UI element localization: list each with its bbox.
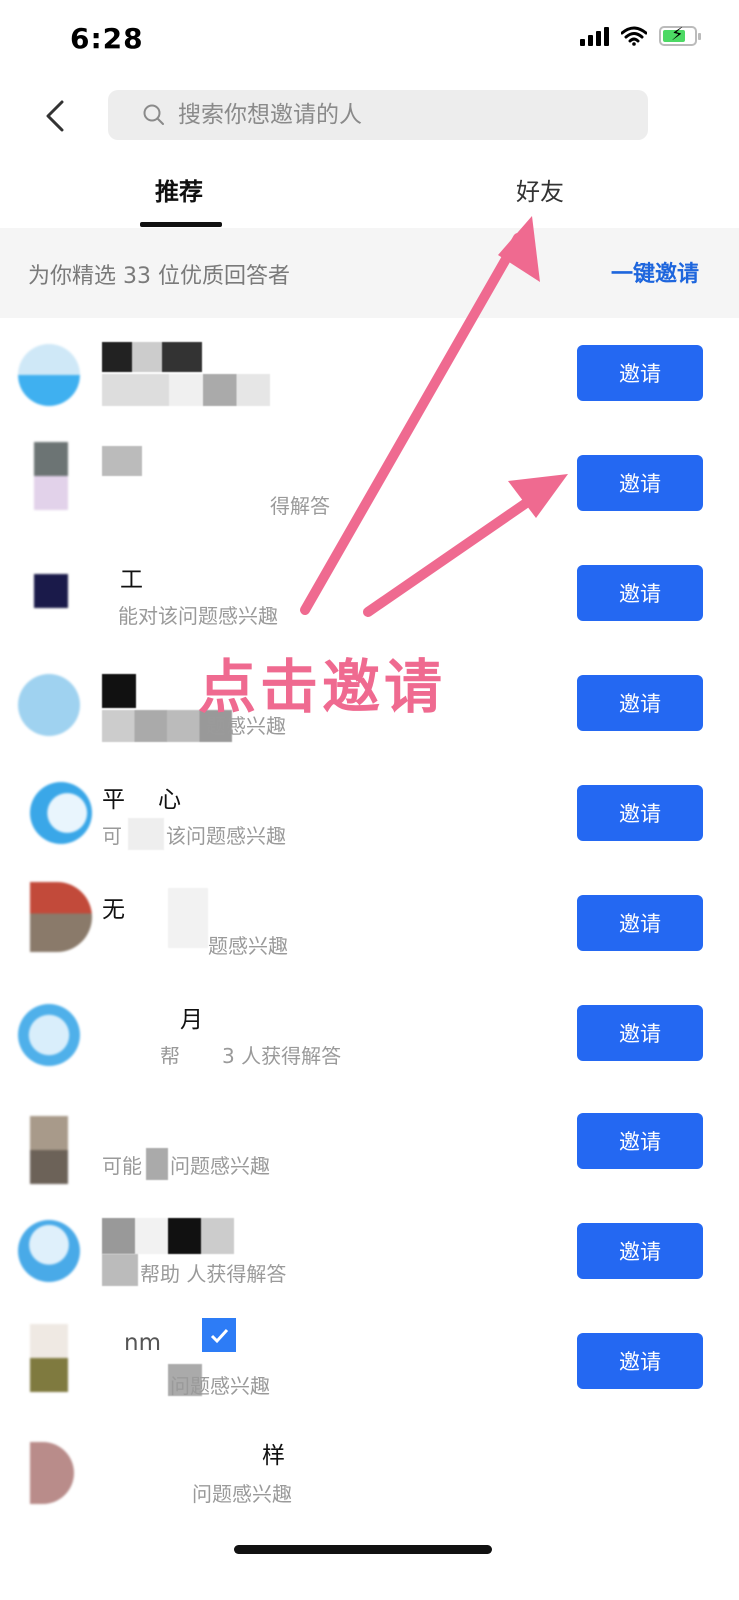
blurred-name [168, 888, 208, 948]
active-tab-indicator [140, 222, 222, 227]
avatar [18, 674, 80, 736]
user-name: 心 [158, 787, 181, 813]
user-desc: 帮 [160, 1044, 180, 1068]
user-desc: 3 人获得解答 [222, 1044, 342, 1068]
home-indicator [234, 1545, 492, 1554]
user-desc: 题感兴趣 [208, 934, 288, 958]
user-desc: 问题感兴趣 [192, 1482, 292, 1506]
invite-button[interactable]: 邀请 [577, 455, 703, 511]
search-icon [143, 104, 164, 125]
verified-badge-icon [202, 1318, 236, 1352]
list-item: 平 心 可 该问题感兴趣 邀请 [0, 758, 739, 868]
avatar [30, 882, 92, 952]
user-name: nm [124, 1330, 161, 1356]
list-item: 可能 问题感兴趣 邀请 [0, 1088, 739, 1198]
status-bar: 6:28 ⚡ [0, 0, 739, 80]
list-item: 无 题感兴趣 邀请 [0, 868, 739, 978]
avatar [18, 344, 80, 406]
user-desc: 可能 [102, 1154, 142, 1178]
banner-text: 为你精选 33 位优质回答者 [28, 264, 290, 289]
avatar [34, 442, 68, 510]
battery-charging-icon: ⚡ [659, 24, 701, 46]
avatar [30, 1116, 68, 1184]
invite-button[interactable]: 邀请 [577, 1333, 703, 1389]
list-item: 得解答 邀请 [0, 428, 739, 538]
user-desc: 得解答 [270, 494, 330, 518]
list-item: 月 帮 3 人获得解答 邀请 [0, 978, 739, 1088]
invite-button[interactable]: 邀请 [577, 565, 703, 621]
list-item: 工 能对该问题感兴趣 邀请 [0, 538, 739, 648]
user-name: 工 [120, 567, 143, 593]
user-desc: 能对该问题感兴趣 [118, 604, 278, 628]
invite-button[interactable]: 邀请 [577, 675, 703, 731]
invite-button[interactable]: 邀请 [577, 1005, 703, 1061]
invite-button[interactable]: 邀请 [577, 345, 703, 401]
user-name: 平 [102, 787, 125, 813]
blurred-desc [102, 374, 270, 406]
status-time: 6:28 [70, 22, 144, 55]
list-item: 邀请 [0, 318, 739, 428]
blurred-name [102, 342, 202, 372]
tab-recommend[interactable]: 推荐 [155, 172, 203, 207]
avatar [18, 1004, 80, 1066]
user-desc: 可 [102, 824, 122, 848]
wifi-icon [621, 26, 647, 46]
user-desc: 问题感兴趣 [170, 1374, 270, 1398]
avatar [34, 574, 68, 608]
search-bar[interactable] [108, 90, 648, 140]
blurred-name [102, 446, 142, 476]
user-name: 样 [262, 1443, 285, 1469]
blurred-desc [128, 818, 164, 850]
user-name: 月 [180, 1007, 203, 1033]
blurred-name [102, 674, 136, 708]
user-desc: 问题感兴趣 [170, 1154, 270, 1178]
invite-all-button[interactable]: 一键邀请 [611, 256, 699, 288]
blurred-desc [102, 1254, 138, 1286]
blurred-desc [146, 1148, 168, 1180]
user-name: 无 [102, 897, 125, 923]
annotation-label: 点击邀请 [198, 653, 447, 721]
back-button[interactable] [38, 96, 78, 136]
cellular-signal-icon [580, 26, 609, 46]
list-item: 样 问题感兴趣 [0, 1418, 739, 1528]
invite-button[interactable]: 邀请 [577, 785, 703, 841]
list-item: 帮助 人获得解答 邀请 [0, 1198, 739, 1308]
avatar [30, 1324, 68, 1392]
list-item: nm 问题感兴趣 邀请 [0, 1308, 739, 1418]
avatar [18, 1220, 80, 1282]
search-input[interactable] [176, 101, 620, 129]
chevron-left-icon [46, 100, 64, 132]
blurred-name [102, 1218, 234, 1254]
invite-button[interactable]: 邀请 [577, 1223, 703, 1279]
status-icons: ⚡ [580, 24, 701, 46]
user-desc: 该问题感兴趣 [166, 824, 286, 848]
tab-friends[interactable]: 好友 [516, 172, 564, 207]
avatar [30, 782, 92, 844]
invite-button[interactable]: 邀请 [577, 1113, 703, 1169]
avatar [30, 1442, 74, 1504]
user-desc: 帮助 人获得解答 [140, 1262, 287, 1286]
invite-button[interactable]: 邀请 [577, 895, 703, 951]
